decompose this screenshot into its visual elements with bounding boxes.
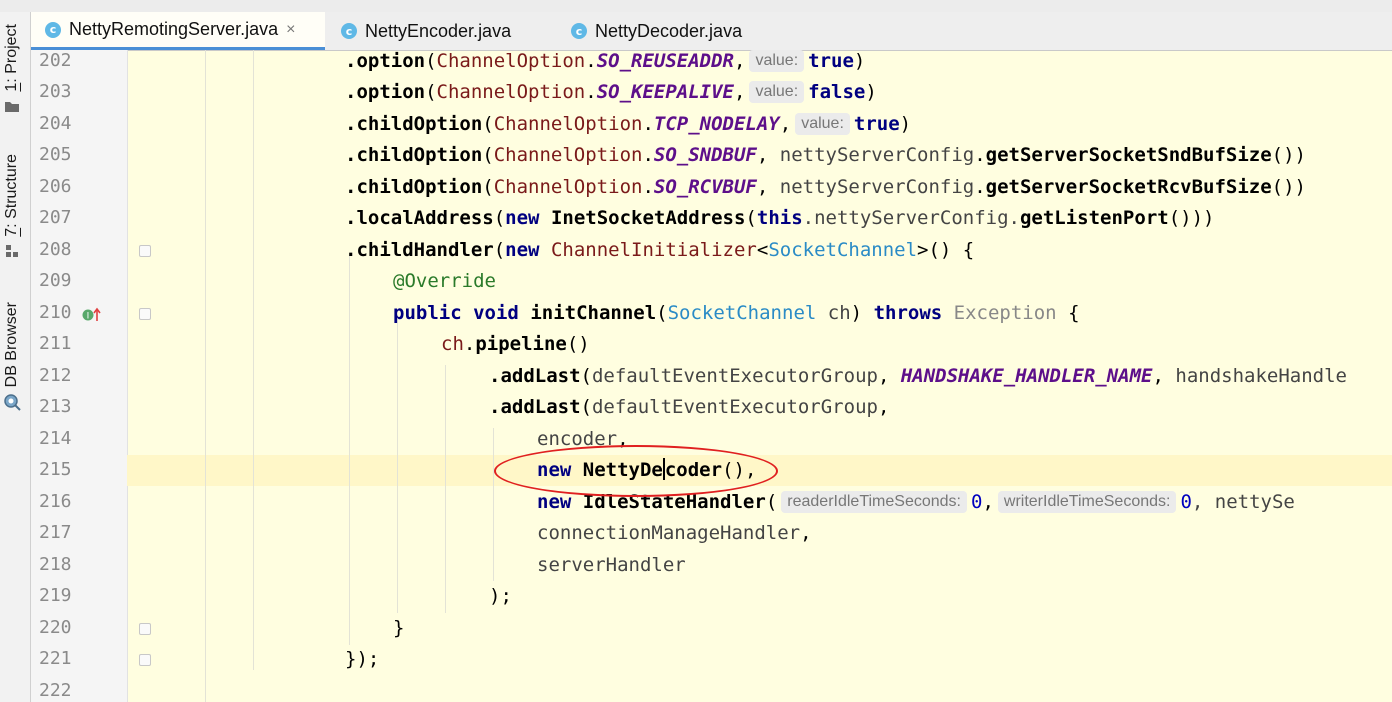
code-line-210: public void initChannel(SocketChannel ch… — [393, 302, 1080, 324]
code-line-211: ch.pipeline() — [441, 333, 590, 355]
code-line-203: .option(ChannelOption.SO_KEEPALIVE, value… — [345, 81, 877, 103]
code-line-215: new NettyDe coder(), — [537, 458, 757, 481]
line-number: 211 — [39, 333, 72, 354]
project-tab-number: 1 — [3, 82, 20, 92]
svg-text:I: I — [87, 312, 90, 322]
override-method-icon[interactable]: I — [81, 306, 103, 328]
line-number: 210 — [39, 302, 72, 323]
code-line-212: .addLast(defaultEventExecutorGroup, HAND… — [489, 365, 1347, 387]
structure-tab-number: 7 — [3, 227, 20, 237]
db-browser-icon — [3, 393, 21, 415]
line-number: 218 — [39, 554, 72, 575]
line-number: 214 — [39, 428, 72, 449]
line-number: 205 — [39, 144, 72, 165]
line-number: 220 — [39, 617, 72, 638]
code-line-202: .option(ChannelOption.SO_REUSEADDR, value… — [345, 50, 866, 72]
indent-guide — [397, 318, 398, 613]
parameter-hint: value: — [749, 81, 805, 103]
line-number: 202 — [39, 50, 72, 71]
editor-tab-bar: c NettyRemotingServer.java × c NettyEnco… — [31, 12, 1392, 51]
line-number: 212 — [39, 365, 72, 386]
java-class-icon: c — [45, 21, 61, 38]
indent-guide — [445, 365, 446, 613]
code-line-216: new IdleStateHandler(readerIdleTimeSecon… — [537, 491, 1295, 513]
tab-label: NettyRemotingServer.java — [69, 19, 279, 39]
tab-label: NettyEncoder.java — [365, 20, 512, 41]
code-line-204: .childOption(ChannelOption.TCP_NODELAY, v… — [345, 113, 912, 135]
folder-icon — [4, 98, 20, 117]
code-line-208: .childHandler(new ChannelInitializer<Soc… — [345, 239, 975, 261]
code-line-221: }); — [345, 648, 380, 670]
parameter-hint: value: — [749, 50, 805, 72]
code-line-214: encoder, — [537, 428, 629, 450]
java-class-icon: c — [571, 23, 587, 39]
indent-guide — [493, 428, 494, 581]
indent-guide — [205, 50, 206, 702]
line-number: 209 — [39, 270, 72, 291]
parameter-hint: writerIdleTimeSeconds: — [997, 491, 1177, 513]
tab-label: NettyDecoder.java — [595, 20, 743, 41]
line-number: 221 — [39, 648, 72, 669]
code-line-205: .childOption(ChannelOption.SO_SNDBUF, ne… — [345, 144, 1306, 166]
code-line-217: connectionManageHandler, — [537, 522, 812, 544]
parameter-hint: value: — [795, 113, 850, 135]
project-tab-label: Project — [3, 24, 20, 74]
structure-tab-label: Structure — [3, 154, 20, 219]
project-tool-tab[interactable]: 1: Project — [3, 24, 21, 117]
parameter-hint: readerIdleTimeSeconds: — [781, 491, 967, 513]
line-number: 215 — [39, 459, 72, 480]
tab-netty-remoting-server[interactable]: c NettyRemotingServer.java × — [31, 12, 325, 50]
current-line-highlight — [127, 455, 1392, 486]
line-number: 207 — [39, 207, 72, 228]
code-line-218: serverHandler — [537, 554, 686, 576]
tab-netty-decoder[interactable]: c NettyDecoder.java — [557, 12, 787, 50]
java-class-icon: c — [341, 23, 357, 39]
line-number: 208 — [39, 239, 72, 260]
indent-guide — [253, 50, 254, 670]
editor-gutter: 202 203 204 205 206 207 208 209 210 211 … — [31, 50, 151, 702]
line-number: 204 — [39, 113, 72, 134]
structure-tool-tab[interactable]: 7: Structure — [3, 154, 21, 263]
tab-netty-encoder[interactable]: c NettyEncoder.java — [327, 12, 555, 50]
line-number: 206 — [39, 176, 72, 197]
code-line-220: } — [393, 617, 405, 639]
code-line-213: .addLast(defaultEventExecutorGroup, — [489, 396, 890, 418]
code-line-209: @Override — [393, 270, 496, 292]
line-number: 219 — [39, 585, 72, 606]
structure-icon — [4, 243, 20, 263]
code-line-206: .childOption(ChannelOption.SO_RCVBUF, ne… — [345, 176, 1306, 198]
line-number: 216 — [39, 491, 72, 512]
code-line-219: ); — [489, 585, 512, 607]
line-number: 217 — [39, 522, 72, 543]
db-browser-tab-label: DB Browser — [3, 302, 20, 388]
line-number: 203 — [39, 81, 72, 102]
line-number: 213 — [39, 396, 72, 417]
db-browser-tool-tab[interactable]: DB Browser — [3, 302, 21, 415]
code-editor[interactable]: .option(ChannelOption.SO_REUSEADDR, value… — [127, 50, 1392, 702]
tool-window-stripe: 1: Project 7: Structure DB Browser — [0, 12, 31, 702]
line-number: 222 — [39, 680, 72, 701]
code-line-207: .localAddress(new InetSocketAddress(this… — [345, 207, 1215, 229]
close-tab-icon[interactable]: × — [286, 21, 295, 39]
indent-guide — [349, 255, 350, 645]
